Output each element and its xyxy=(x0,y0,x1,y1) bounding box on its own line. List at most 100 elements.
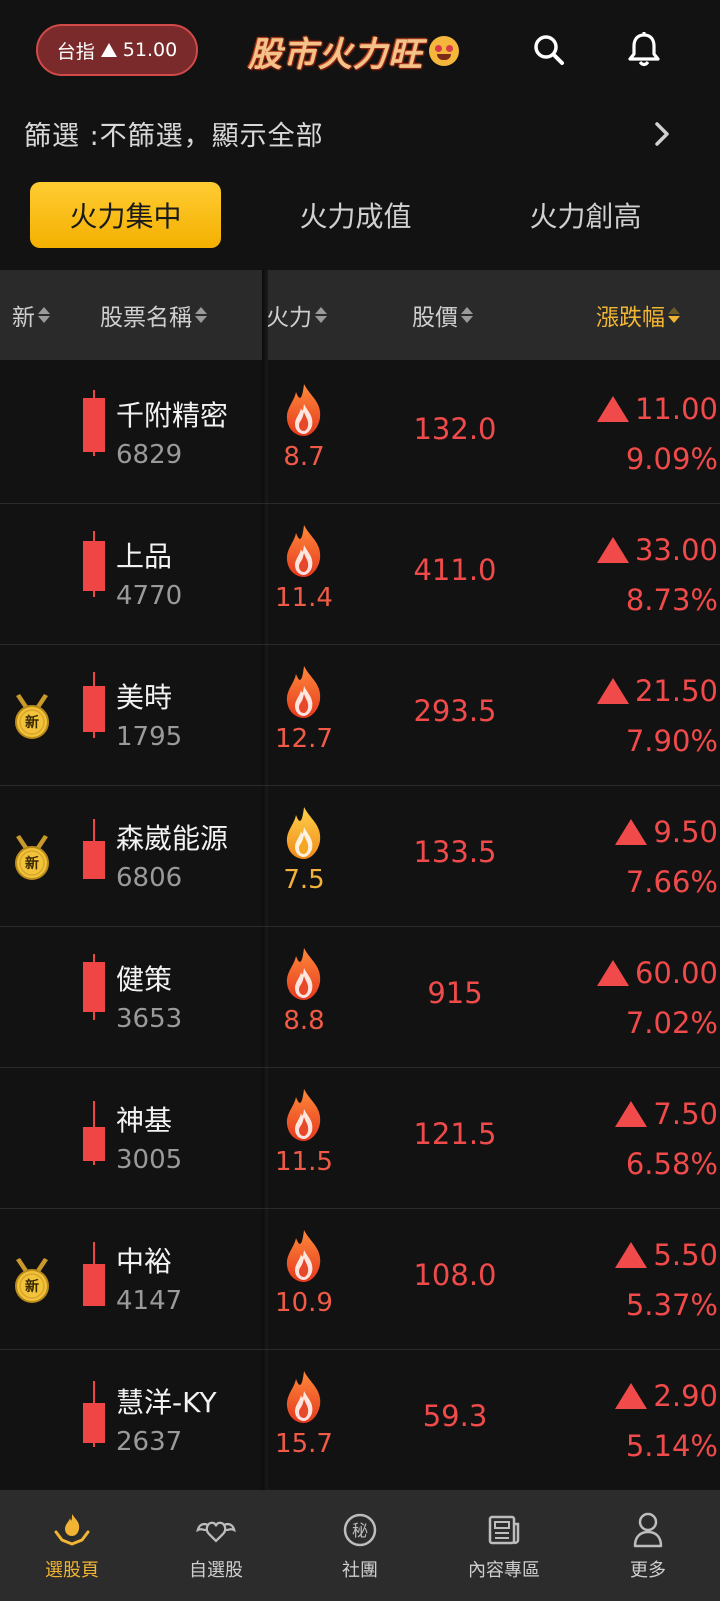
hands-fire-icon xyxy=(52,1510,92,1550)
stock-name: 慧洋-KY xyxy=(116,1386,217,1419)
candlestick-icon xyxy=(83,1347,105,1491)
new-medal-icon: 新 xyxy=(12,694,52,740)
filter-text: 篩選 :不篩選，顯示全部 xyxy=(24,120,324,152)
column-fire-label: 火力 xyxy=(266,305,312,331)
stock-code: 6806 xyxy=(116,863,183,893)
newspaper-icon xyxy=(484,1510,524,1550)
stock-price: 915 xyxy=(427,976,483,1010)
stock-name: 上品 xyxy=(116,540,173,573)
stock-name: 神基 xyxy=(116,1104,173,1137)
tab-fire-focus[interactable]: 火力集中 xyxy=(30,182,221,248)
sort-icon xyxy=(38,307,50,323)
sort-icon xyxy=(195,307,207,323)
up-triangle-icon xyxy=(596,678,629,704)
candlestick-icon xyxy=(83,1206,105,1350)
stock-code: 3005 xyxy=(116,1145,183,1175)
column-name[interactable]: 股票名稱 xyxy=(100,270,207,360)
flame-icon xyxy=(282,664,326,720)
nav-item-0[interactable]: 選股頁 xyxy=(0,1490,144,1601)
column-change-label: 漲跌幅 xyxy=(596,305,665,331)
new-medal-icon: 新 xyxy=(12,835,52,881)
filter-bar[interactable]: 篩選 :不篩選，顯示全部 xyxy=(0,105,720,161)
price-change-value: 7.50 xyxy=(653,1097,718,1131)
table-row[interactable]: 慧洋-KY 2637 15.7 59.3 2.90 5.14% xyxy=(0,1347,720,1491)
percent-change: 5.37% xyxy=(625,1288,718,1322)
sort-icon xyxy=(668,307,680,323)
stock-code: 2637 xyxy=(116,1427,183,1457)
bottom-nav: 選股頁 自選股 秘 社團 內容專區 更多 xyxy=(0,1490,720,1601)
price-change-value: 11.00 xyxy=(634,392,718,426)
fire-value: 8.7 xyxy=(283,442,325,472)
up-triangle-icon xyxy=(615,1101,648,1127)
column-new-label: 新 xyxy=(12,305,35,331)
percent-change: 9.09% xyxy=(625,442,718,476)
percent-change: 7.90% xyxy=(625,724,718,758)
up-triangle-icon xyxy=(596,396,629,422)
up-triangle-icon xyxy=(615,1242,648,1268)
flame-icon xyxy=(282,1369,326,1425)
candlestick-icon xyxy=(83,642,105,786)
table-row[interactable]: 新 森崴能源 6806 7.5 133.5 9.50 7.66% xyxy=(0,783,720,927)
column-change[interactable]: 漲跌幅 xyxy=(596,270,680,360)
sort-icon xyxy=(315,307,327,323)
table-row[interactable]: 上品 4770 11.4 411.0 33.00 8.73% xyxy=(0,501,720,645)
candlestick-icon xyxy=(83,783,105,927)
price-change-value: 2.90 xyxy=(653,1379,718,1413)
table-row[interactable]: 新 美時 1795 12.7 293.5 21.50 7.90% xyxy=(0,642,720,786)
stock-price: 133.5 xyxy=(413,835,497,869)
stock-code: 6829 xyxy=(116,440,183,470)
percent-change: 5.14% xyxy=(625,1429,718,1463)
candlestick-icon xyxy=(83,360,105,504)
nav-label: 社團 xyxy=(342,1559,378,1581)
candlestick-icon xyxy=(83,924,105,1068)
nav-label: 自選股 xyxy=(189,1559,243,1581)
nav-item-2[interactable]: 秘 社團 xyxy=(288,1490,432,1601)
index-value: 51.00 xyxy=(122,39,178,61)
price-change: 60.00 xyxy=(596,956,718,990)
price-change: 7.50 xyxy=(615,1097,718,1131)
price-change: 2.90 xyxy=(615,1379,718,1413)
flame-icon xyxy=(282,382,326,438)
table-row[interactable]: 千附精密 6829 8.7 132.0 11.00 9.09% xyxy=(0,360,720,504)
up-triangle-icon xyxy=(615,1383,648,1409)
column-new[interactable]: 新 xyxy=(12,270,50,360)
up-triangle-icon xyxy=(596,537,629,563)
stock-price: 293.5 xyxy=(413,694,497,728)
price-change-value: 5.50 xyxy=(653,1238,718,1272)
nav-item-3[interactable]: 內容專區 xyxy=(432,1490,576,1601)
nav-item-1[interactable]: 自選股 xyxy=(144,1490,288,1601)
price-change: 5.50 xyxy=(615,1238,718,1272)
app-logo: 股市火力旺 xyxy=(248,26,459,76)
column-price[interactable]: 股價 xyxy=(412,270,473,360)
winged-heart-icon xyxy=(196,1510,236,1550)
stock-code: 1795 xyxy=(116,722,183,752)
stock-price: 108.0 xyxy=(413,1258,497,1292)
up-triangle-icon xyxy=(100,43,117,57)
tab-fire-turnover[interactable]: 火力成值 xyxy=(260,182,451,248)
flame-icon xyxy=(282,805,326,861)
logo-text: 股市火力旺 xyxy=(248,34,423,75)
bell-icon[interactable] xyxy=(620,26,668,74)
stock-price: 132.0 xyxy=(413,412,497,446)
stock-code: 3653 xyxy=(116,1004,183,1034)
fire-value: 12.7 xyxy=(275,724,333,754)
search-icon[interactable] xyxy=(525,26,573,74)
nav-label: 選股頁 xyxy=(45,1559,99,1581)
stock-code: 4770 xyxy=(116,581,183,611)
fire-value: 11.5 xyxy=(275,1147,333,1177)
up-triangle-icon xyxy=(615,819,648,845)
index-pill[interactable]: 台指 51.00 xyxy=(36,24,198,76)
table-row[interactable]: 神基 3005 11.5 121.5 7.50 6.58% xyxy=(0,1065,720,1209)
percent-change: 7.66% xyxy=(625,865,718,899)
candlestick-icon xyxy=(83,1065,105,1209)
nav-item-4[interactable]: 更多 xyxy=(576,1490,720,1601)
chevron-right-icon xyxy=(652,121,672,151)
table-row[interactable]: 健策 3653 8.8 915 60.00 7.02% xyxy=(0,924,720,1068)
table-row[interactable]: 新 中裕 4147 10.9 108.0 5.50 5.37% xyxy=(0,1206,720,1350)
stock-code: 4147 xyxy=(116,1286,183,1316)
tab-fire-high[interactable]: 火力創高 xyxy=(490,182,681,248)
secret-badge-icon: 秘 xyxy=(340,1510,380,1550)
column-fire[interactable]: 火力 xyxy=(266,270,327,360)
price-change-value: 21.50 xyxy=(634,674,718,708)
person-icon xyxy=(628,1510,668,1550)
